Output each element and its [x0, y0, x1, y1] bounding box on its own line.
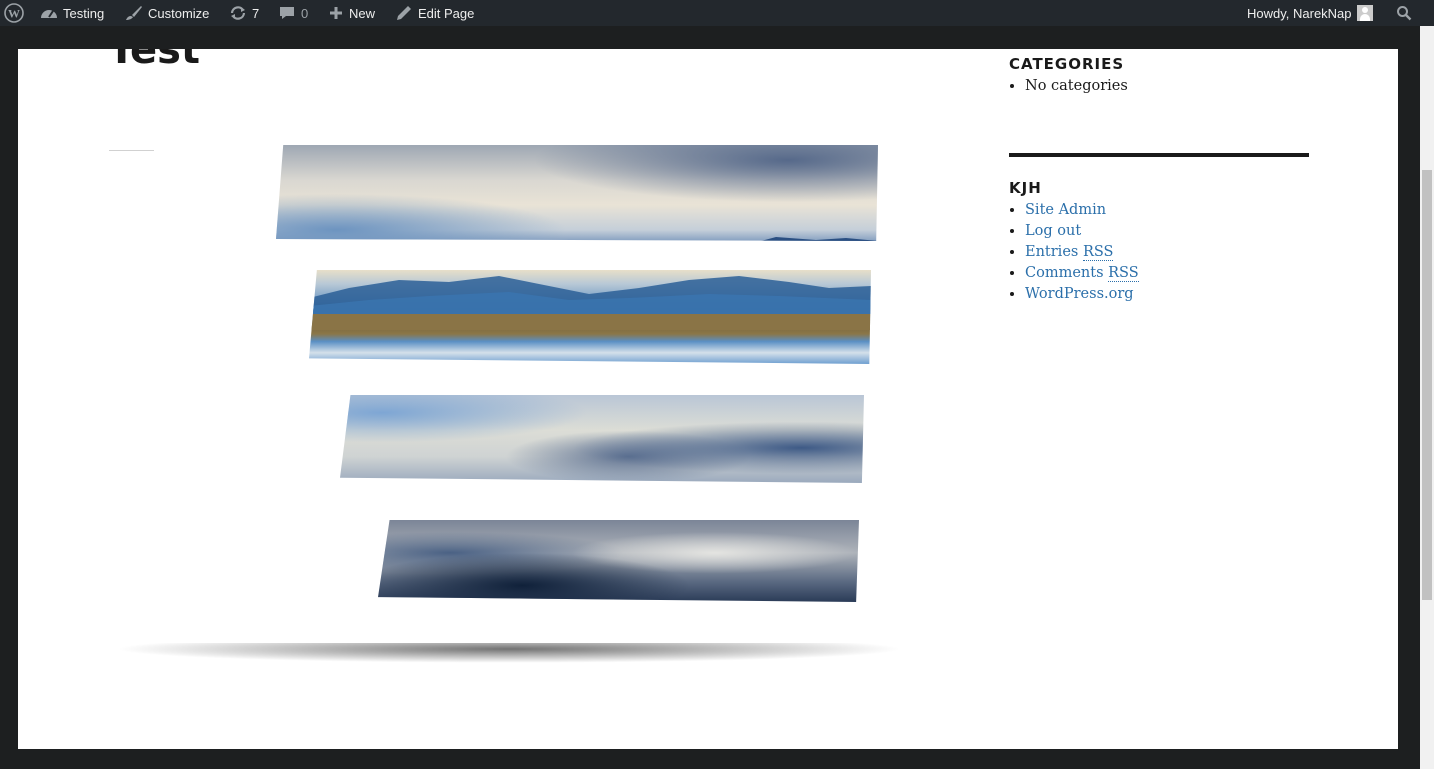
- rss-abbr: RSS: [1108, 265, 1139, 282]
- site-admin-link[interactable]: Site Admin: [1025, 202, 1106, 218]
- customize-link[interactable]: Customize: [125, 0, 209, 26]
- customize-label: Customize: [148, 5, 210, 21]
- meta-widget-title: KJH: [1009, 179, 1042, 197]
- mountain-ridge-1: [746, 237, 878, 241]
- search-toggle[interactable]: [1396, 0, 1412, 26]
- entries-label: Entries: [1025, 244, 1079, 260]
- entries-rss-link[interactable]: Entries RSS: [1025, 244, 1114, 261]
- svg-text:W: W: [8, 7, 20, 21]
- wordpress-menu[interactable]: W: [4, 0, 24, 26]
- howdy-label: Howdy, NarekNap: [1247, 5, 1352, 21]
- page-title: Test: [108, 49, 201, 73]
- rss-abbr: RSS: [1082, 244, 1114, 261]
- comment-bubble-icon: [278, 5, 296, 21]
- widget-divider: [1009, 153, 1309, 157]
- plus-icon: [328, 5, 344, 21]
- site-name-label: Testing: [63, 5, 105, 21]
- categories-list: No categories: [1009, 76, 1128, 97]
- no-categories-text: No categories: [1025, 78, 1128, 94]
- meta-list: Site Admin Log out Entries RSS Comments …: [1009, 200, 1139, 305]
- paintbrush-icon: [125, 5, 143, 21]
- image-slice-1: [276, 145, 878, 241]
- wordpress-logo-icon: W: [4, 3, 24, 23]
- image-slice-4: [378, 520, 859, 602]
- edit-page-link[interactable]: Edit Page: [395, 0, 474, 26]
- updates-icon: [229, 5, 247, 21]
- list-item: Entries RSS: [1025, 242, 1139, 263]
- pencil-icon: [395, 5, 413, 21]
- comments-rss-link[interactable]: Comments RSS: [1025, 265, 1139, 282]
- new-content-menu[interactable]: New: [328, 0, 375, 26]
- my-account-menu[interactable]: Howdy, NarekNap: [1247, 0, 1373, 26]
- categories-widget-title: CATEGORIES: [1009, 55, 1125, 73]
- scrollbar-thumb[interactable]: [1422, 170, 1432, 600]
- list-item: Site Admin: [1025, 200, 1139, 221]
- list-item: Log out: [1025, 221, 1139, 242]
- list-item: Comments RSS: [1025, 263, 1139, 284]
- slider-shadow: [114, 643, 904, 663]
- comments-link[interactable]: 0: [278, 0, 308, 26]
- updates-link[interactable]: 7: [229, 0, 259, 26]
- comments-count: 0: [301, 5, 309, 21]
- list-item: WordPress.org: [1025, 284, 1139, 305]
- edit-page-label: Edit Page: [418, 5, 475, 21]
- dashboard-icon: [40, 5, 58, 21]
- comments-label: Comments: [1025, 265, 1104, 281]
- list-item: No categories: [1025, 76, 1128, 97]
- site-name-menu[interactable]: Testing: [40, 0, 104, 26]
- mountain-range: [309, 276, 871, 330]
- image-slice-2: [309, 270, 871, 364]
- title-separator: [109, 150, 154, 151]
- avatar: [1356, 5, 1373, 21]
- new-label: New: [349, 5, 376, 21]
- wordpress-org-link[interactable]: WordPress.org: [1025, 286, 1134, 302]
- image-slice-3: [340, 395, 864, 483]
- updates-count: 7: [252, 5, 260, 21]
- search-icon: [1396, 5, 1412, 21]
- page-scrollbar[interactable]: [1420, 26, 1434, 769]
- log-out-link[interactable]: Log out: [1025, 223, 1081, 239]
- admin-bar: W Testing Customize 7 0 New Edit Page Ho…: [0, 0, 1434, 26]
- content-panel: Test CATEGORIES No categories KJH Site A…: [18, 49, 1398, 749]
